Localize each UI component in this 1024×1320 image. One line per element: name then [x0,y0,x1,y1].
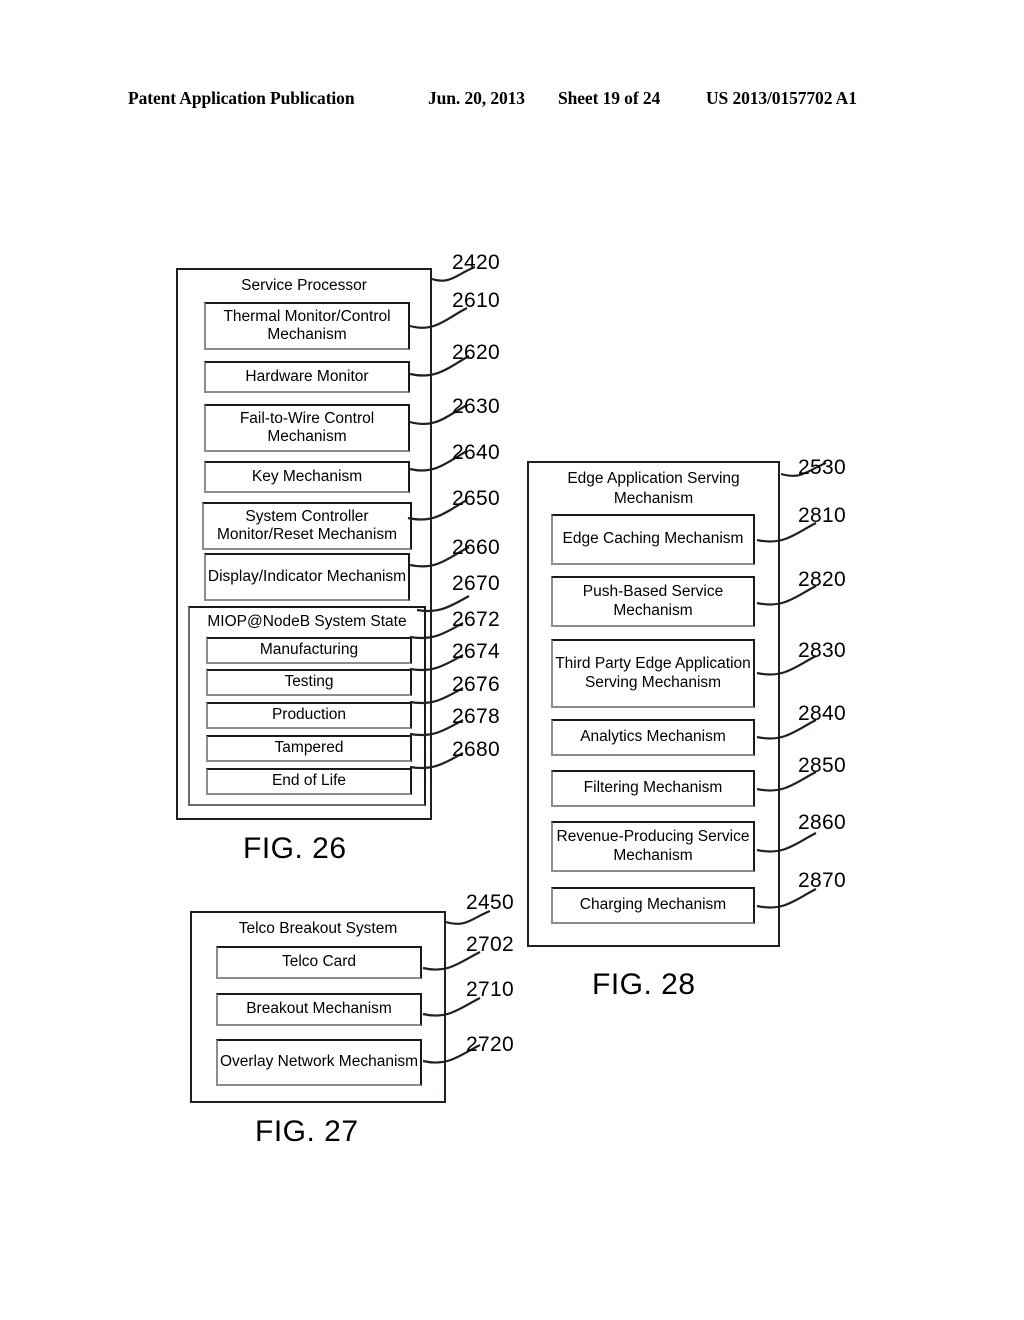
figure-26-caption: FIG. 26 [243,832,347,865]
ref-2702: 2702 [466,933,514,956]
figure-28-title: Edge Application Serving Mechanism [567,470,740,507]
block-label: Third Party Edge Application Serving Mec… [555,655,751,691]
block-label: Breakout Mechanism [246,1000,392,1018]
block-label: Charging Mechanism [579,896,727,914]
block-label: Display/Indicator Mechanism [207,567,407,585]
block-label: Testing [284,673,334,691]
block-fail-to-wire-control-mechanism: Fail-to-Wire Control Mechanism [204,404,410,452]
figure-28-outer-box: Edge Application Serving Mechanism Edge … [527,461,780,947]
nested-box-miop-nodeb-system-state: MIOP@NodeB System State Manufacturing Te… [188,606,426,806]
ref-2672: 2672 [452,608,500,631]
block-label: Telco Card [281,953,357,971]
figure-26-title: Service Processor [241,277,367,294]
block-breakout-mechanism: Breakout Mechanism [216,993,422,1026]
ref-2860: 2860 [798,811,846,834]
state-block-tampered: Tampered [206,735,412,762]
ref-2810: 2810 [798,504,846,527]
block-label: Push-Based Service Mechanism [582,583,724,619]
figure-27-outer-box: Telco Breakout System Telco Card Breakou… [190,911,446,1103]
block-label: Filtering Mechanism [583,779,723,797]
ref-2420: 2420 [452,251,500,274]
block-telco-card: Telco Card [216,946,422,979]
block-label: Key Mechanism [251,467,363,485]
state-block-production: Production [206,702,412,729]
block-label: Hardware Monitor [245,367,369,385]
block-filtering-mechanism: Filtering Mechanism [551,770,755,807]
block-label: Edge Caching Mechanism [562,530,744,548]
block-label: System Controller Monitor/Reset Mechanis… [216,507,398,544]
ref-2450: 2450 [466,891,514,914]
figure-28-caption: FIG. 28 [592,968,696,1001]
block-overlay-network-mechanism: Overlay Network Mechanism [216,1039,422,1086]
block-label: Production [271,706,347,724]
block-label: Thermal Monitor/Control Mechanism [223,307,391,344]
ref-2530: 2530 [798,456,846,479]
page-header: Patent Application Publication Jun. 20, … [128,88,896,112]
ref-2840: 2840 [798,702,846,725]
header-publication: Patent Application Publication [128,88,355,108]
ref-2620: 2620 [452,341,500,364]
nested-box-title: MIOP@NodeB System State [207,613,407,630]
header-sheet: Sheet 19 of 24 [558,88,661,108]
block-label: Tampered [274,739,344,757]
block-third-party-edge-application-serving-mechanism: Third Party Edge Application Serving Mec… [551,639,755,708]
ref-2670: 2670 [452,572,500,595]
header-patent-number: US 2013/0157702 A1 [706,88,857,108]
block-edge-caching-mechanism: Edge Caching Mechanism [551,514,755,565]
ref-2678: 2678 [452,705,500,728]
ref-2650: 2650 [452,487,500,510]
figure-27-title: Telco Breakout System [238,920,398,937]
block-charging-mechanism: Charging Mechanism [551,887,755,924]
block-revenue-producing-service-mechanism: Revenue-Producing Service Mechanism [551,821,755,872]
ref-2676: 2676 [452,673,500,696]
header-date: Jun. 20, 2013 [428,88,525,108]
figure-27-caption: FIG. 27 [255,1115,359,1148]
ref-2660: 2660 [452,536,500,559]
block-label: Manufacturing [259,641,359,659]
state-block-manufacturing: Manufacturing [206,637,412,664]
ref-2870: 2870 [798,869,846,892]
ref-2674: 2674 [452,640,500,663]
ref-2830: 2830 [798,639,846,662]
block-push-based-service-mechanism: Push-Based Service Mechanism [551,576,755,627]
block-label: End of Life [271,772,347,790]
block-label: Fail-to-Wire Control Mechanism [239,409,375,446]
block-system-controller-monitor-reset-mechanism: System Controller Monitor/Reset Mechanis… [202,502,412,550]
ref-2720: 2720 [466,1033,514,1056]
state-block-end-of-life: End of Life [206,768,412,795]
state-block-testing: Testing [206,669,412,696]
ref-2820: 2820 [798,568,846,591]
block-label: Revenue-Producing Service Mechanism [556,828,750,864]
ref-2610: 2610 [452,289,500,312]
ref-2640: 2640 [452,441,500,464]
ref-2630: 2630 [452,395,500,418]
block-hardware-monitor: Hardware Monitor [204,361,410,393]
block-thermal-monitor-control-mechanism: Thermal Monitor/Control Mechanism [204,302,410,350]
ref-2710: 2710 [466,978,514,1001]
ref-2680: 2680 [452,738,500,761]
block-label: Analytics Mechanism [580,728,726,746]
block-display-indicator-mechanism: Display/Indicator Mechanism [204,553,410,601]
ref-2850: 2850 [798,754,846,777]
block-key-mechanism: Key Mechanism [204,461,410,493]
block-label: Overlay Network Mechanism [219,1053,419,1071]
block-analytics-mechanism: Analytics Mechanism [551,719,755,756]
figure-26-outer-box: Service Processor Thermal Monitor/Contro… [176,268,432,820]
